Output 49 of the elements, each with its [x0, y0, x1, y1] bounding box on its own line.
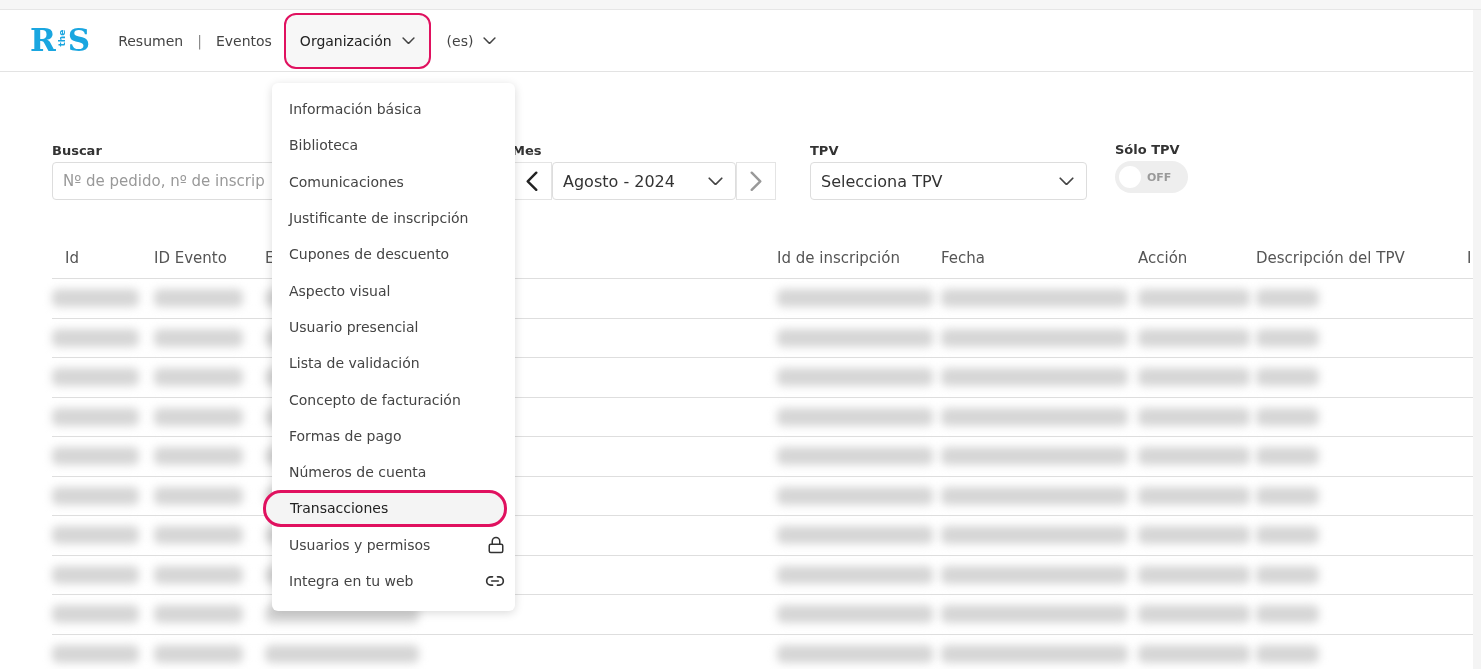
nav-separator: | — [196, 32, 203, 49]
blurred-text — [1256, 486, 1320, 505]
nav-dropdown[interactable]: (es) — [430, 12, 513, 69]
tpv-select[interactable]: Selecciona TPV — [810, 162, 1087, 200]
nav-dropdown[interactable]: Organización — [283, 12, 431, 69]
column-header: Id — [64, 248, 79, 267]
chevron-down-icon — [708, 176, 723, 186]
blurred-text — [1256, 565, 1320, 584]
column-header: Acción — [1138, 248, 1188, 267]
blurred-text — [1256, 644, 1320, 663]
chevron-down-icon — [483, 36, 497, 45]
menu-item[interactable]: Información básica — [272, 91, 515, 128]
field-label: TPV — [810, 143, 839, 158]
menu-item[interactable]: Usuarios y permisos — [272, 526, 515, 563]
blurred-text — [1256, 289, 1320, 308]
menu-item[interactable]: Biblioteca — [272, 127, 515, 164]
blurred-text — [1256, 447, 1320, 466]
menu-item[interactable]: Cupones de descuento — [272, 236, 515, 273]
column-header: I — [1467, 248, 1472, 267]
menu-item[interactable]: Concepto de facturación — [272, 381, 515, 418]
menu-item[interactable]: Transacciones — [263, 490, 507, 527]
menu-item[interactable]: Números de cuenta — [272, 453, 515, 491]
menu-item[interactable]: Justificante de inscripción — [272, 199, 515, 237]
field-label: Buscar — [52, 143, 102, 158]
menu-item[interactable]: Aspecto visual — [272, 272, 515, 309]
chevron-down-icon — [1059, 176, 1074, 186]
blurred-text — [1256, 368, 1320, 387]
blurred-text — [1256, 407, 1320, 426]
column-header: Descripción del TPV — [1256, 248, 1405, 267]
column-header: ID Evento — [154, 248, 227, 267]
column-header: Id de inscripción — [777, 248, 900, 267]
column-header: Fecha — [941, 248, 985, 267]
blurred-text — [1256, 605, 1320, 624]
next-month-button[interactable] — [736, 162, 776, 200]
chevron-right-icon — [750, 170, 762, 192]
menu-item[interactable]: Integra en tu web — [272, 562, 515, 600]
lock-icon — [487, 535, 505, 554]
blurred-text — [1256, 526, 1320, 545]
menu-item[interactable]: Usuario presencial — [272, 308, 515, 346]
blurred-text — [1256, 328, 1320, 347]
menu-item[interactable]: Formas de pago — [272, 417, 515, 454]
field-label: Sólo TPV — [1115, 142, 1180, 157]
menu-item[interactable]: Lista de validación — [272, 345, 515, 382]
month-select[interactable]: Agosto - 2024 — [552, 162, 736, 200]
nav-link[interactable]: Resumen — [114, 32, 188, 49]
nav-link[interactable]: Eventos — [211, 32, 276, 49]
chevron-left-icon — [526, 170, 538, 192]
previous-month-button[interactable] — [512, 162, 552, 200]
chevron-down-icon — [401, 36, 415, 45]
